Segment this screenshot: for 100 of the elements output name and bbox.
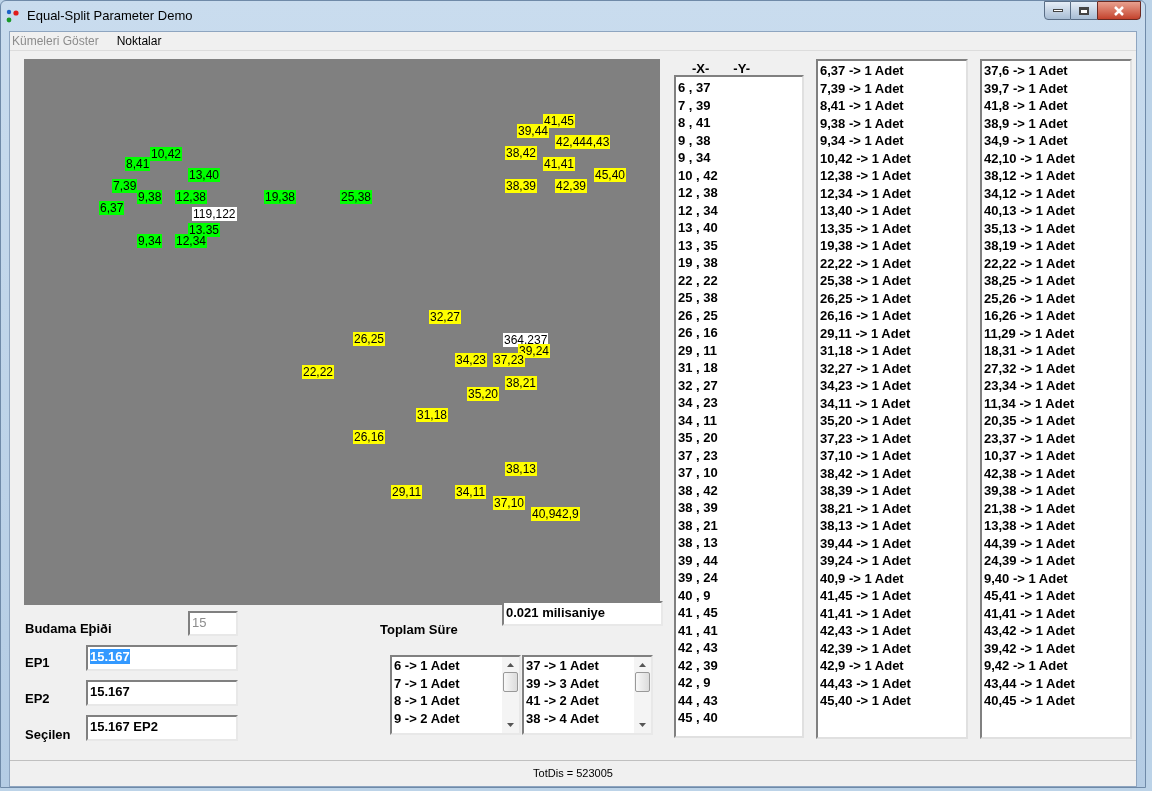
coordinate-listbox[interactable] [674, 75, 804, 738]
list-item[interactable]: 42 , 9 [678, 674, 711, 692]
list-item[interactable]: 9,40 -> 1 Adet [984, 569, 1068, 587]
scroll-down-icon[interactable] [638, 722, 647, 728]
list-item[interactable]: 22 , 22 [678, 271, 718, 289]
list-item[interactable]: 37,23 -> 1 Adet [820, 429, 911, 447]
list-item[interactable]: 41,41 -> 1 Adet [820, 604, 911, 622]
list-item[interactable]: 39 , 44 [678, 551, 718, 569]
scroll-up-icon[interactable] [506, 662, 515, 668]
list-item[interactable]: 38,39 -> 1 Adet [820, 482, 911, 500]
list-item[interactable]: 43,42 -> 1 Adet [984, 622, 1075, 640]
list-item[interactable]: 26 , 16 [678, 324, 718, 342]
list-item[interactable]: 25,26 -> 1 Adet [984, 289, 1075, 307]
text-field[interactable]: 15.167 EP2 [86, 715, 238, 741]
list-item[interactable]: 41,8 -> 1 Adet [984, 97, 1068, 115]
list-item[interactable]: 42 , 39 [678, 656, 718, 674]
list-item[interactable]: 39,44 -> 1 Adet [820, 534, 911, 552]
list-item[interactable]: 12 , 34 [678, 201, 718, 219]
list-item[interactable]: 21,38 -> 1 Adet [984, 499, 1075, 517]
list-item[interactable]: 41,41 -> 1 Adet [984, 604, 1075, 622]
list-item[interactable]: 10,42 -> 1 Adet [820, 149, 911, 167]
list-item[interactable]: 16,26 -> 1 Adet [984, 307, 1075, 325]
list-item[interactable]: 12 , 38 [678, 184, 718, 202]
close-button[interactable] [1097, 1, 1141, 20]
list-item[interactable]: 41 -> 2 Adet [526, 692, 599, 710]
list-item[interactable]: 22,22 -> 1 Adet [820, 254, 911, 272]
list-item[interactable]: 42,9 -> 1 Adet [820, 657, 904, 675]
list-item[interactable]: 39,24 -> 1 Adet [820, 552, 911, 570]
list-item[interactable]: 44,39 -> 1 Adet [984, 534, 1075, 552]
list-item[interactable]: 7 -> 1 Adet [394, 674, 460, 692]
list-item[interactable]: 44,43 -> 1 Adet [820, 674, 911, 692]
list-item[interactable]: 8 -> 1 Adet [394, 692, 460, 710]
list-item[interactable]: 26,16 -> 1 Adet [820, 307, 911, 325]
list-item[interactable]: 35,13 -> 1 Adet [984, 219, 1075, 237]
list-item[interactable]: 45 , 40 [678, 709, 718, 727]
scrollbar-thumb[interactable] [635, 672, 650, 692]
list-item[interactable]: 37 -> 1 Adet [526, 657, 599, 675]
list-item[interactable]: 18,31 -> 1 Adet [984, 342, 1075, 360]
list-item[interactable]: 37,6 -> 1 Adet [984, 62, 1068, 80]
list-item[interactable]: 37 , 23 [678, 446, 718, 464]
list-item[interactable]: 38,21 -> 1 Adet [820, 499, 911, 517]
list-item[interactable]: 8 , 41 [678, 114, 711, 132]
count-listbox[interactable] [980, 59, 1132, 739]
list-item[interactable]: 38,12 -> 1 Adet [984, 167, 1075, 185]
list-item[interactable]: 34 , 11 [678, 411, 718, 429]
list-item[interactable]: 38,42 -> 1 Adet [820, 464, 911, 482]
list-item[interactable]: 11,29 -> 1 Adet [984, 324, 1075, 342]
list-item[interactable]: 25 , 38 [678, 289, 718, 307]
list-item[interactable]: 40,13 -> 1 Adet [984, 202, 1075, 220]
list-item[interactable]: 39,7 -> 1 Adet [984, 79, 1068, 97]
list-item[interactable]: 35,20 -> 1 Adet [820, 412, 911, 430]
list-item[interactable]: 13 , 40 [678, 219, 718, 237]
list-item[interactable]: 9,38 -> 1 Adet [820, 114, 904, 132]
list-item[interactable]: 42,10 -> 1 Adet [984, 149, 1075, 167]
list-item[interactable]: 38 , 13 [678, 534, 718, 552]
list-item[interactable]: 34,23 -> 1 Adet [820, 377, 911, 395]
listbox[interactable]: 37 -> 1 Adet 39 -> 3 Adet 41 -> 2 Adet 38 -> 4 Adet [522, 655, 653, 735]
list-item[interactable]: 39,38 -> 1 Adet [984, 482, 1075, 500]
list-item[interactable]: 45,41 -> 1 Adet [984, 587, 1075, 605]
list-item[interactable]: 40,45 -> 1 Adet [984, 692, 1075, 710]
minimize-button[interactable] [1044, 1, 1071, 20]
text-field[interactable]: 15.167 [86, 680, 238, 706]
list-item[interactable]: 7,39 -> 1 Adet [820, 79, 904, 97]
list-item[interactable]: 42 , 43 [678, 639, 718, 657]
scrollbar[interactable] [634, 657, 651, 733]
list-item[interactable]: 34,12 -> 1 Adet [984, 184, 1075, 202]
list-item[interactable]: 13,35 -> 1 Adet [820, 219, 911, 237]
list-item[interactable]: 41 , 41 [678, 621, 718, 639]
list-item[interactable]: 45,40 -> 1 Adet [820, 692, 911, 710]
list-item[interactable]: 42,43 -> 1 Adet [820, 622, 911, 640]
listbox[interactable]: 6 -> 1 Adet 7 -> 1 Adet 8 -> 1 Adet 9 -> 2 Adet [390, 655, 521, 735]
list-item[interactable]: 9 -> 2 Adet [394, 709, 460, 727]
count-listbox[interactable] [816, 59, 968, 739]
list-item[interactable]: 39 , 24 [678, 569, 718, 587]
list-item[interactable]: 9 , 38 [678, 131, 711, 149]
scroll-up-icon[interactable] [638, 662, 647, 668]
list-item[interactable]: 39 -> 3 Adet [526, 674, 599, 692]
scrollbar-thumb[interactable] [503, 672, 518, 692]
list-item[interactable]: 42,38 -> 1 Adet [984, 464, 1075, 482]
list-item[interactable]: 23,37 -> 1 Adet [984, 429, 1075, 447]
list-item[interactable]: 20,35 -> 1 Adet [984, 412, 1075, 430]
list-item[interactable]: 6 , 37 [678, 79, 711, 97]
list-item[interactable]: 13,40 -> 1 Adet [820, 202, 911, 220]
list-item[interactable]: 6,37 -> 1 Adet [820, 62, 904, 80]
list-item[interactable]: 37 , 10 [678, 464, 718, 482]
list-item[interactable]: 12,34 -> 1 Adet [820, 184, 911, 202]
list-item[interactable]: 13 , 35 [678, 236, 718, 254]
list-item[interactable]: 38,9 -> 1 Adet [984, 114, 1068, 132]
list-item[interactable]: 10,37 -> 1 Adet [984, 447, 1075, 465]
list-item[interactable]: 38 , 39 [678, 499, 718, 517]
list-item[interactable]: 34,11 -> 1 Adet [820, 394, 911, 412]
list-item[interactable]: 19,38 -> 1 Adet [820, 237, 911, 255]
scrollbar[interactable] [502, 657, 519, 733]
list-item[interactable]: 35 , 20 [678, 429, 718, 447]
list-item[interactable]: 38 -> 4 Adet [526, 709, 599, 727]
list-item[interactable]: 6 -> 1 Adet [394, 657, 460, 675]
list-item[interactable]: 10 , 42 [678, 166, 718, 184]
list-item[interactable]: 38,13 -> 1 Adet [820, 517, 911, 535]
list-item[interactable]: 40,9 -> 1 Adet [820, 569, 904, 587]
list-item[interactable]: 38,19 -> 1 Adet [984, 237, 1075, 255]
